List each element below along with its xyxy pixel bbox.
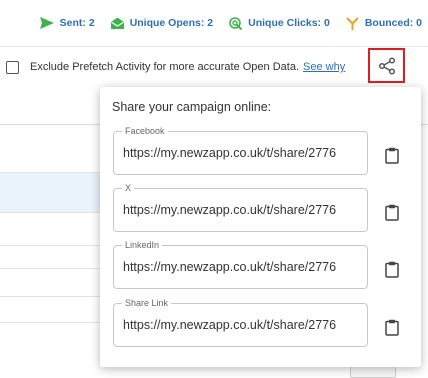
campaign-stats-bar: Sent: 2 Unique Opens: 2 Unique Clicks: 0… <box>0 0 428 46</box>
divider <box>0 46 428 47</box>
linkedin-share-url[interactable]: https://my.newzapp.co.uk/t/share/2776 <box>123 246 363 288</box>
stat-unique-clicks-label: Unique Clicks: 0 <box>248 17 330 29</box>
facebook-share-url[interactable]: https://my.newzapp.co.uk/t/share/2776 <box>123 132 363 174</box>
copy-share-link-button[interactable] <box>382 316 402 338</box>
share-link-field[interactable]: Share Link https://my.newzapp.co.uk/t/sh… <box>113 297 368 347</box>
table-row-selected[interactable] <box>0 173 100 213</box>
clipboard-icon <box>385 147 399 164</box>
table-row <box>0 125 100 173</box>
linkedin-share-field[interactable]: LinkedIn https://my.newzapp.co.uk/t/shar… <box>113 239 368 289</box>
table-row <box>0 269 100 297</box>
share-popup: Share your campaign online: Facebook htt… <box>100 87 421 367</box>
copy-facebook-link-button[interactable] <box>382 144 402 166</box>
exclude-prefetch-label: Exclude Prefetch Activity for more accur… <box>30 61 300 73</box>
facebook-share-field[interactable]: Facebook https://my.newzapp.co.uk/t/shar… <box>113 125 368 175</box>
share-icon <box>378 56 395 75</box>
share-button[interactable] <box>368 48 405 83</box>
see-why-link[interactable]: See why <box>303 61 345 73</box>
envelope-open-icon <box>110 17 124 29</box>
x-share-url[interactable]: https://my.newzapp.co.uk/t/share/2776 <box>123 189 363 231</box>
copy-x-link-button[interactable] <box>382 201 402 223</box>
stat-bounced-label: Bounced: 0 <box>364 17 422 29</box>
table-row <box>0 213 100 246</box>
stat-sent-label: Sent: 2 <box>59 17 95 29</box>
clipboard-icon <box>385 204 399 221</box>
stat-bounced[interactable]: Bounced: 0 <box>346 16 422 30</box>
cursor-click-icon <box>229 16 243 30</box>
stat-unique-opens-label: Unique Opens: 2 <box>129 17 214 29</box>
stat-sent[interactable]: Sent: 2 <box>39 17 95 29</box>
bounce-icon <box>346 16 359 30</box>
table-row <box>0 246 100 269</box>
prefetch-option: Exclude Prefetch Activity for more accur… <box>6 58 345 76</box>
x-share-field[interactable]: X https://my.newzapp.co.uk/t/share/2776 <box>113 182 368 232</box>
clipboard-icon <box>385 261 399 278</box>
stat-unique-clicks[interactable]: Unique Clicks: 0 <box>229 16 330 30</box>
exclude-prefetch-checkbox[interactable] <box>6 60 19 74</box>
send-icon <box>39 17 54 29</box>
clipboard-icon <box>385 319 399 336</box>
share-link-url[interactable]: https://my.newzapp.co.uk/t/share/2776 <box>123 304 363 346</box>
share-popup-title: Share your campaign online: <box>112 100 272 114</box>
stat-unique-opens[interactable]: Unique Opens: 2 <box>110 17 214 29</box>
table-row <box>0 297 100 323</box>
copy-linkedin-link-button[interactable] <box>382 258 402 280</box>
